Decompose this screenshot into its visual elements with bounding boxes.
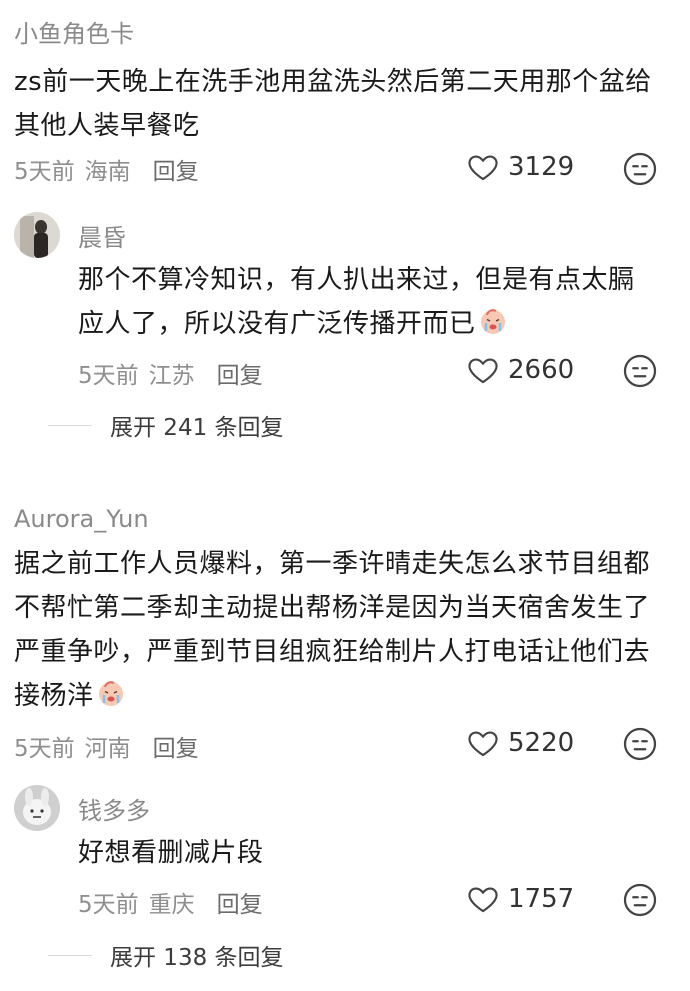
comment-location: 海南: [84, 159, 131, 185]
neutral-face-icon: [623, 727, 657, 761]
comment-time: 5天前: [14, 736, 75, 762]
like-count: 5220: [508, 728, 575, 758]
crying-face-emoji: [478, 306, 508, 336]
comment-location: 河南: [84, 736, 131, 762]
expand-label: 展开 241 条回复: [110, 415, 284, 441]
like-button[interactable]: 3129: [466, 150, 574, 184]
like-count: 2660: [508, 355, 575, 385]
heart-outline-icon: [468, 731, 498, 757]
reply-location: 重庆: [148, 892, 195, 918]
expand-replies-button[interactable]: 展开 241 条回复: [48, 408, 284, 442]
divider-line: [48, 424, 92, 426]
like-button[interactable]: 1757: [466, 882, 574, 916]
neutral-face-icon: [623, 152, 657, 186]
dislike-button[interactable]: [622, 882, 658, 922]
reply-button[interactable]: 回复: [153, 736, 199, 762]
comment-text: 据之前工作人员爆料，第一季许晴走失怎么求节目组都不帮忙第二季却主动提出帮杨洋是因…: [14, 542, 664, 718]
avatar[interactable]: [14, 212, 60, 258]
neutral-face-icon: [623, 354, 657, 388]
reply-text-content: 那个不算冷知识，有人扒出来过，但是有点太膈应人了，所以没有广泛传播开而已: [78, 265, 635, 339]
comment-meta: 5天前 河南 回复: [14, 729, 199, 763]
like-count: 1757: [508, 884, 575, 914]
reply-button[interactable]: 回复: [217, 892, 263, 918]
expand-replies-button[interactable]: 展开 138 条回复: [48, 938, 284, 972]
comment-username[interactable]: Aurora_Yun: [14, 505, 149, 533]
reply-username[interactable]: 钱多多: [78, 791, 150, 826]
like-count: 3129: [508, 152, 575, 182]
divider-line: [48, 954, 92, 956]
like-button[interactable]: 5220: [466, 726, 574, 760]
avatar[interactable]: [14, 785, 60, 831]
crying-face-emoji: [96, 678, 126, 708]
dislike-button[interactable]: [622, 726, 658, 766]
expand-label: 展开 138 条回复: [110, 945, 284, 971]
comment-time: 5天前: [14, 159, 75, 185]
reply-username[interactable]: 晨昏: [78, 218, 126, 253]
heart-outline-icon: [468, 887, 498, 913]
dislike-button[interactable]: [622, 151, 658, 191]
reply-button[interactable]: 回复: [153, 159, 199, 185]
reply-button[interactable]: 回复: [217, 363, 263, 389]
heart-outline-icon: [468, 358, 498, 384]
reply-location: 江苏: [148, 363, 195, 389]
reply-time: 5天前: [78, 892, 139, 918]
comment-meta: 5天前 海南 回复: [14, 152, 199, 186]
reply-meta: 5天前 江苏 回复: [78, 356, 263, 390]
reply-text: 好想看删减片段: [78, 838, 264, 868]
reply-text: 那个不算冷知识，有人扒出来过，但是有点太膈应人了，所以没有广泛传播开而已: [78, 258, 648, 346]
dislike-button[interactable]: [622, 353, 658, 393]
heart-outline-icon: [468, 155, 498, 181]
comment-username[interactable]: 小鱼角色卡: [14, 14, 134, 49]
like-button[interactable]: 2660: [466, 353, 574, 387]
reply-time: 5天前: [78, 363, 139, 389]
comment-text: zs前一天晚上在洗手池用盆洗头然后第二天用那个盆给其他人装早餐吃: [14, 67, 652, 141]
reply-meta: 5天前 重庆 回复: [78, 885, 263, 919]
neutral-face-icon: [623, 883, 657, 917]
